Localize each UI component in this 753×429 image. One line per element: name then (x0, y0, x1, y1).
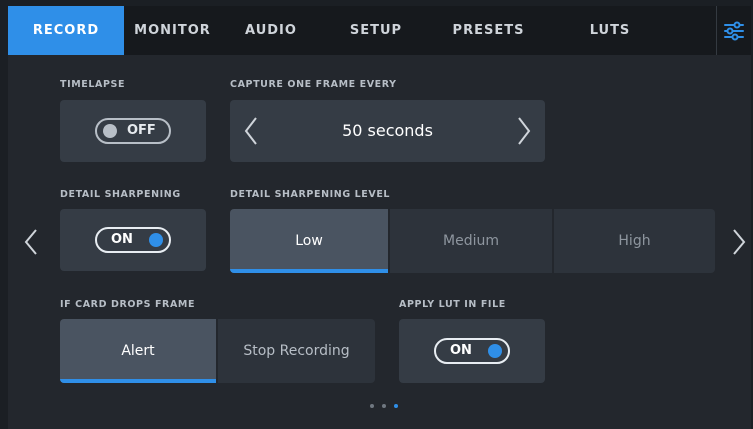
sharpening-option-low[interactable]: Low (230, 209, 388, 273)
tab-audio[interactable]: AUDIO (221, 6, 321, 55)
timelapse-panel: OFF (60, 100, 206, 162)
detail-sharpening-toggle-text: ON (111, 232, 133, 247)
capture-interval-value: 50 seconds (342, 121, 433, 140)
card-drops-option-alert[interactable]: Alert (60, 319, 216, 383)
tab-record[interactable]: RECORD (8, 6, 124, 55)
apply-lut-label: APPLY LUT IN FILE (399, 299, 506, 310)
timelapse-toggle-text: OFF (127, 123, 156, 138)
detail-sharpening-label: DETAIL SHARPENING (60, 189, 181, 200)
timelapse-toggle[interactable]: OFF (95, 118, 171, 144)
apply-lut-toggle[interactable]: ON (434, 338, 510, 364)
sliders-icon[interactable] (716, 6, 751, 55)
tab-setup[interactable]: SETUP (321, 6, 431, 55)
apply-lut-panel: ON (399, 319, 545, 383)
sharpening-option-medium[interactable]: Medium (390, 209, 552, 273)
tab-bar: RECORD MONITOR AUDIO SETUP PRESETS LUTS (8, 6, 751, 55)
decrement-chevron-icon[interactable] (244, 116, 258, 150)
toggle-knob (149, 233, 163, 247)
settings-screen: RECORD MONITOR AUDIO SETUP PRESETS LUTS (8, 6, 751, 429)
page-dot-2[interactable] (382, 404, 386, 408)
toggle-knob (488, 344, 502, 358)
card-drops-option-stop-recording[interactable]: Stop Recording (218, 319, 375, 383)
detail-sharpening-panel: ON (60, 209, 206, 271)
page-indicator (370, 404, 398, 408)
tab-presets[interactable]: PRESETS (431, 6, 546, 55)
toggle-knob (103, 124, 117, 138)
card-drops-label: IF CARD DROPS FRAME (60, 299, 196, 310)
detail-sharpening-toggle[interactable]: ON (95, 227, 171, 253)
sharpening-level-segmented-control: Low Medium High (230, 209, 715, 273)
page-dot-3[interactable] (394, 404, 398, 408)
previous-page-arrow-icon[interactable] (24, 228, 38, 260)
sharpening-level-label: DETAIL SHARPENING LEVEL (230, 189, 391, 200)
capture-interval-panel: 50 seconds (230, 100, 545, 162)
tab-luts[interactable]: LUTS (546, 6, 674, 55)
capture-interval-label: CAPTURE ONE FRAME EVERY (230, 79, 397, 90)
sharpening-option-high[interactable]: High (554, 209, 715, 273)
increment-chevron-icon[interactable] (517, 116, 531, 150)
page-dot-1[interactable] (370, 404, 374, 408)
timelapse-label: TIMELAPSE (60, 79, 126, 90)
tab-monitor[interactable]: MONITOR (124, 6, 221, 55)
apply-lut-toggle-text: ON (450, 343, 472, 358)
card-drops-segmented-control: Alert Stop Recording (60, 319, 375, 383)
next-page-arrow-icon[interactable] (732, 228, 746, 260)
